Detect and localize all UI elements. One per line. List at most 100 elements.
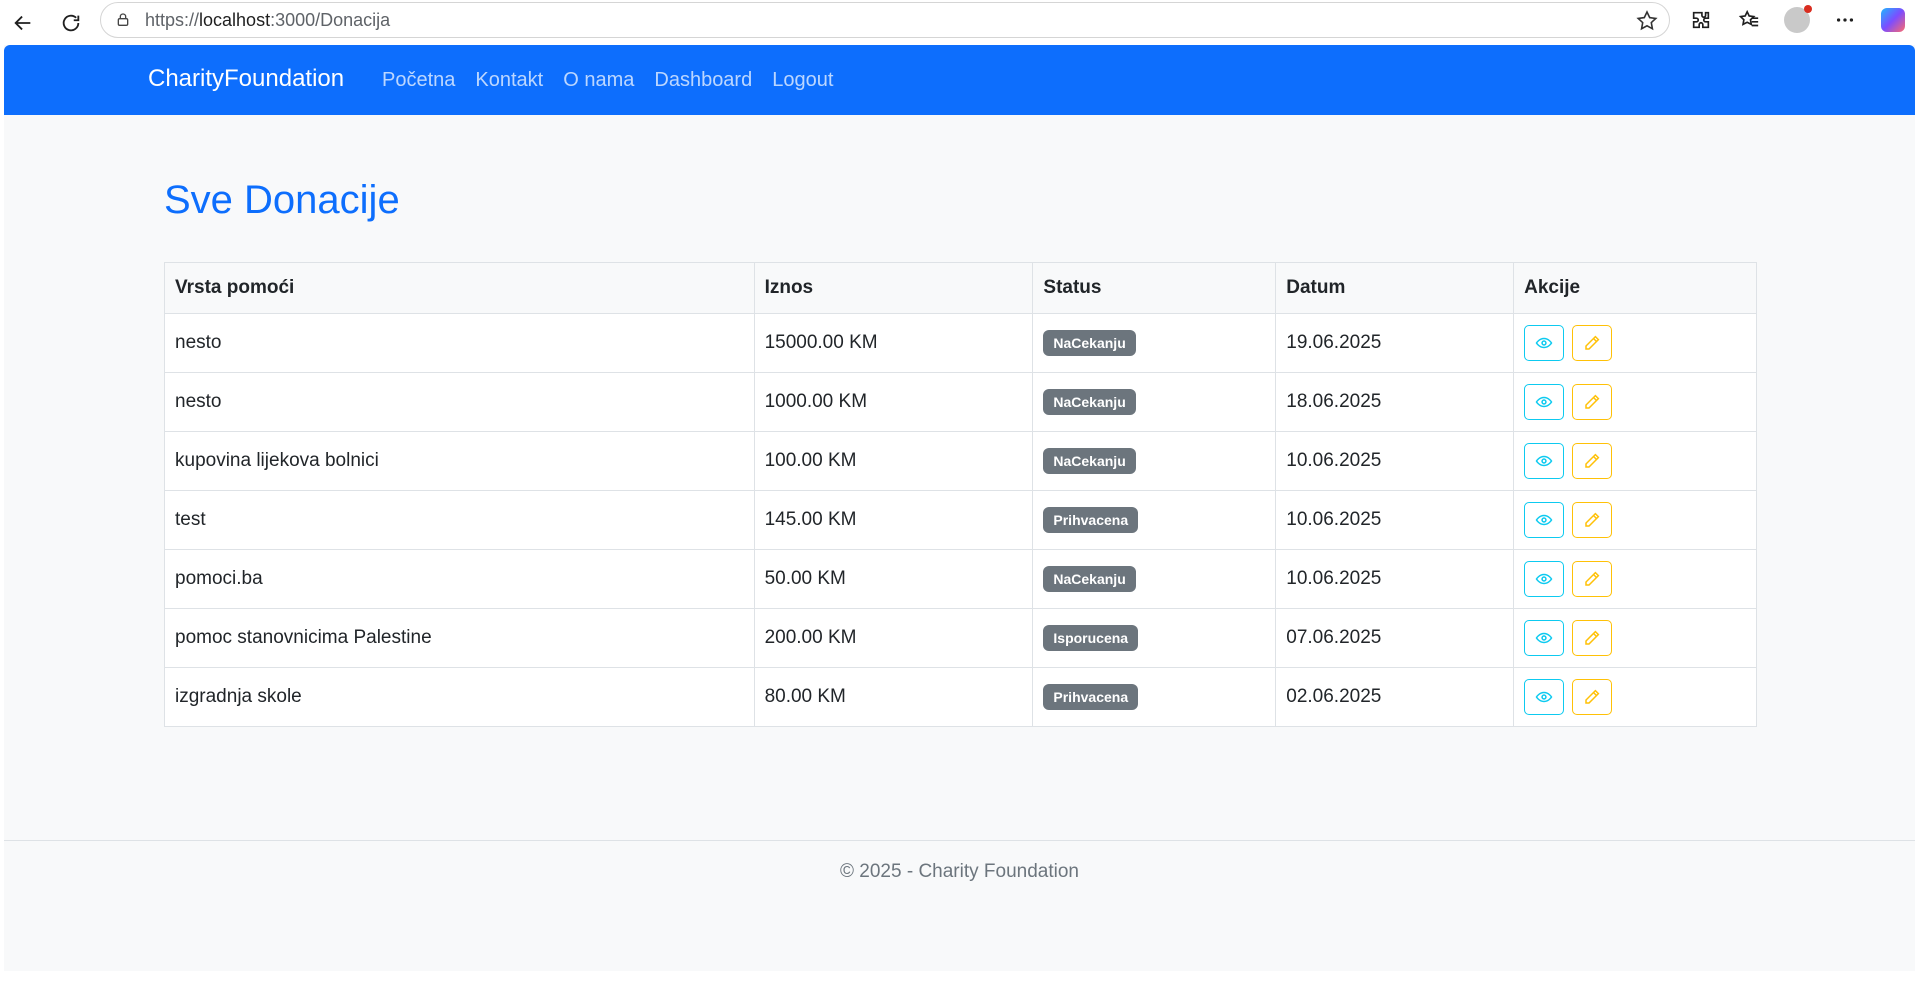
- more-options-icon[interactable]: [1821, 0, 1869, 40]
- cell-akcije: [1513, 490, 1757, 550]
- table-row: izgradnja skole 80.00 KM Prihvacena 02.06.2…: [164, 667, 1757, 727]
- eye-icon: [1535, 570, 1553, 588]
- profile-avatar[interactable]: [1773, 0, 1821, 40]
- nav-link-logout[interactable]: Logout: [772, 69, 833, 92]
- cell-vrsta: kupovina lijekova bolnici: [164, 431, 755, 491]
- reload-icon[interactable]: [54, 6, 88, 40]
- column-header-datum: Datum: [1275, 262, 1515, 314]
- cell-status: NaCekanju: [1032, 549, 1277, 609]
- view-button[interactable]: [1524, 325, 1565, 361]
- view-button[interactable]: [1524, 679, 1565, 715]
- footer: © 2025 - Charity Foundation: [4, 840, 1915, 971]
- cell-iznos: 200.00 KM: [753, 608, 1034, 668]
- page-viewport: CharityFoundation Početna Kontakt O nama…: [4, 45, 1915, 971]
- nav-link-pocetna[interactable]: Početna: [382, 69, 455, 92]
- address-bar[interactable]: https://localhost:3000/Donacija: [100, 2, 1670, 38]
- cell-vrsta: nesto: [164, 372, 755, 432]
- cell-datum: 10.06.2025: [1275, 490, 1515, 550]
- cell-status: NaCekanju: [1032, 431, 1277, 491]
- table-row: nesto 15000.00 KM NaCekanju 19.06.2025: [164, 313, 1757, 373]
- cell-status: Prihvacena: [1032, 667, 1277, 727]
- cell-vrsta: pomoci.ba: [164, 549, 755, 609]
- cell-vrsta: izgradnja skole: [164, 667, 755, 727]
- eye-icon: [1535, 393, 1553, 411]
- pencil-icon: [1583, 629, 1601, 647]
- edit-button[interactable]: [1572, 443, 1613, 479]
- eye-icon: [1535, 334, 1553, 352]
- favorite-star-icon[interactable]: [1635, 9, 1659, 33]
- status-badge: NaCekanju: [1043, 389, 1136, 415]
- cell-akcije: [1513, 549, 1757, 609]
- pencil-icon: [1583, 688, 1601, 706]
- eye-icon: [1535, 452, 1553, 470]
- cell-iznos: 1000.00 KM: [753, 372, 1034, 432]
- cell-iznos: 100.00 KM: [753, 431, 1034, 491]
- column-header-iznos: Iznos: [753, 262, 1034, 314]
- status-badge: Prihvacena: [1043, 684, 1139, 710]
- url-text: https://localhost:3000/Donacija: [145, 9, 391, 30]
- edit-button[interactable]: [1572, 679, 1613, 715]
- table-header-row: Vrsta pomoći Iznos Status Datum Akcije: [164, 262, 1757, 314]
- pencil-icon: [1583, 511, 1601, 529]
- edit-button[interactable]: [1572, 384, 1613, 420]
- view-button[interactable]: [1524, 443, 1565, 479]
- pencil-icon: [1583, 570, 1601, 588]
- brand-link[interactable]: CharityFoundation: [148, 65, 344, 93]
- view-button[interactable]: [1524, 561, 1565, 597]
- edit-button[interactable]: [1572, 620, 1613, 656]
- edit-button[interactable]: [1572, 502, 1613, 538]
- cell-status: NaCekanju: [1032, 313, 1277, 373]
- cell-iznos: 80.00 KM: [753, 667, 1034, 727]
- cell-akcije: [1513, 313, 1757, 373]
- site-info-icon[interactable]: [113, 10, 133, 30]
- status-badge: Isporucena: [1043, 625, 1139, 651]
- back-icon[interactable]: [6, 6, 40, 40]
- edit-button[interactable]: [1572, 561, 1613, 597]
- cell-vrsta: test: [164, 490, 755, 550]
- cell-status: Prihvacena: [1032, 490, 1277, 550]
- column-header-akcije: Akcije: [1513, 262, 1757, 314]
- view-button[interactable]: [1524, 502, 1565, 538]
- edit-button[interactable]: [1572, 325, 1613, 361]
- cell-datum: 10.06.2025: [1275, 431, 1515, 491]
- cell-iznos: 15000.00 KM: [753, 313, 1034, 373]
- table-row: pomoc stanovnicima Palestine 200.00 KM Isp…: [164, 608, 1757, 668]
- nav-link-kontakt[interactable]: Kontakt: [475, 69, 543, 92]
- footer-copyright: © 2025 - Charity Foundation: [840, 861, 1079, 882]
- eye-icon: [1535, 629, 1553, 647]
- column-header-status: Status: [1032, 262, 1277, 314]
- column-header-vrsta: Vrsta pomoći: [164, 262, 755, 314]
- copilot-icon[interactable]: [1869, 0, 1917, 40]
- nav-links: Početna Kontakt O nama Dashboard Logout: [382, 69, 853, 92]
- cell-datum: 07.06.2025: [1275, 608, 1515, 668]
- nav-link-o-nama[interactable]: O nama: [563, 69, 634, 92]
- navbar: CharityFoundation Početna Kontakt O nama…: [4, 45, 1915, 115]
- view-button[interactable]: [1524, 620, 1565, 656]
- eye-icon: [1535, 688, 1553, 706]
- cell-datum: 02.06.2025: [1275, 667, 1515, 727]
- cell-datum: 10.06.2025: [1275, 549, 1515, 609]
- browser-toolbar: https://localhost:3000/Donacija: [0, 0, 1917, 45]
- view-button[interactable]: [1524, 384, 1565, 420]
- status-badge: Prihvacena: [1043, 507, 1139, 533]
- favorites-icon[interactable]: [1725, 0, 1773, 40]
- cell-vrsta: nesto: [164, 313, 755, 373]
- cell-iznos: 145.00 KM: [753, 490, 1034, 550]
- cell-akcije: [1513, 608, 1757, 668]
- cell-vrsta: pomoc stanovnicima Palestine: [164, 608, 755, 668]
- table-row: nesto 1000.00 KM NaCekanju 18.06.2025: [164, 372, 1757, 432]
- status-badge: NaCekanju: [1043, 448, 1136, 474]
- pencil-icon: [1583, 452, 1601, 470]
- cell-datum: 18.06.2025: [1275, 372, 1515, 432]
- extensions-icon[interactable]: [1677, 0, 1725, 40]
- status-badge: NaCekanju: [1043, 566, 1136, 592]
- donations-table: Vrsta pomoći Iznos Status Datum Akcije n…: [164, 262, 1757, 727]
- cell-status: Isporucena: [1032, 608, 1277, 668]
- status-badge: NaCekanju: [1043, 330, 1136, 356]
- eye-icon: [1535, 511, 1553, 529]
- cell-status: NaCekanju: [1032, 372, 1277, 432]
- pencil-icon: [1583, 334, 1601, 352]
- cell-datum: 19.06.2025: [1275, 313, 1515, 373]
- nav-link-dashboard[interactable]: Dashboard: [654, 69, 752, 92]
- page-title: Sve Donacije: [164, 178, 400, 222]
